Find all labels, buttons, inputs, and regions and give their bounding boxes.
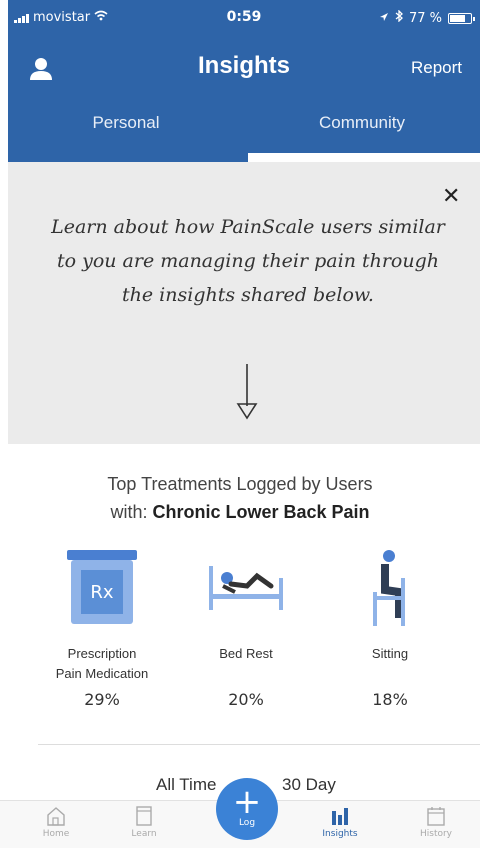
report-button[interactable]: Report	[411, 58, 462, 78]
battery-percent: 77 %	[408, 10, 442, 26]
treatment-label: Prescription Pain Medication	[22, 644, 182, 684]
status-bar: movistar 0:59 77 %	[8, 0, 480, 40]
tabbar-insights[interactable]: Insights	[310, 805, 370, 839]
divider	[38, 744, 480, 745]
tabbar-learn-label: Learn	[131, 829, 157, 839]
calendar-icon	[427, 807, 445, 826]
info-banner: ✕ Learn about how PainScale users simila…	[8, 162, 480, 444]
prescription-jar-icon: Rx	[57, 548, 147, 628]
book-icon	[136, 806, 152, 826]
svg-text:Rx: Rx	[90, 582, 114, 603]
treatment-item[interactable]: Bed Rest 20%	[166, 548, 326, 709]
active-tab-indicator	[248, 153, 480, 162]
treatment-percent: 18%	[372, 690, 408, 709]
treatment-percent: 29%	[84, 690, 120, 709]
section-title: Top Treatments Logged by Users with: Chr…	[0, 470, 480, 526]
log-button[interactable]: + Log	[216, 778, 278, 840]
tabbar-home[interactable]: Home	[26, 805, 86, 839]
app-header: movistar 0:59 77 % Insights Report Perso…	[8, 0, 480, 162]
home-icon	[47, 807, 65, 826]
filter-30-day[interactable]: 30 Day	[282, 775, 336, 795]
section-title-with: with:	[110, 502, 153, 522]
condition-name: Chronic Lower Back Pain	[152, 502, 370, 522]
section-title-line1: Top Treatments Logged by Users	[107, 474, 373, 494]
treatment-item[interactable]: Sitting 18%	[310, 548, 470, 709]
status-right: 77 %	[379, 9, 475, 26]
tabbar-insights-label: Insights	[322, 829, 358, 839]
bed-rest-icon	[201, 548, 291, 628]
tab-personal[interactable]: Personal	[8, 108, 244, 162]
treatment-percent: 20%	[228, 690, 264, 709]
treatment-label: Bed Rest	[166, 644, 326, 684]
sitting-icon	[345, 548, 435, 628]
treatment-label-line1: Bed Rest	[219, 646, 273, 661]
battery-icon	[448, 12, 475, 24]
tabbar-history-label: History	[419, 829, 453, 839]
treatment-label-line2: Pain Medication	[55, 666, 149, 681]
close-icon[interactable]: ✕	[442, 184, 460, 209]
section-title-line2: with: Chronic Lower Back Pain	[0, 498, 480, 526]
treatment-label-line1: Prescription	[67, 646, 137, 661]
filter-all-time[interactable]: All Time	[156, 775, 216, 795]
plus-icon: +	[232, 782, 262, 822]
treatment-item[interactable]: Rx Prescription Pain Medication 29%	[22, 548, 182, 709]
arrow-down-icon	[234, 362, 260, 422]
tabbar-learn[interactable]: Learn	[114, 805, 174, 839]
page-title: Insights	[197, 52, 290, 79]
tabbar-history[interactable]: History	[406, 805, 466, 839]
bluetooth-icon	[395, 9, 403, 26]
treatment-label: Sitting	[310, 644, 470, 684]
tabbar-home-label: Home	[42, 829, 70, 839]
log-button-label: Log	[238, 818, 256, 828]
banner-text: Learn about how PainScale users similar …	[51, 216, 445, 306]
treatment-label-line1: Sitting	[371, 646, 409, 661]
location-icon	[379, 11, 389, 26]
bar-chart-icon	[332, 808, 348, 825]
